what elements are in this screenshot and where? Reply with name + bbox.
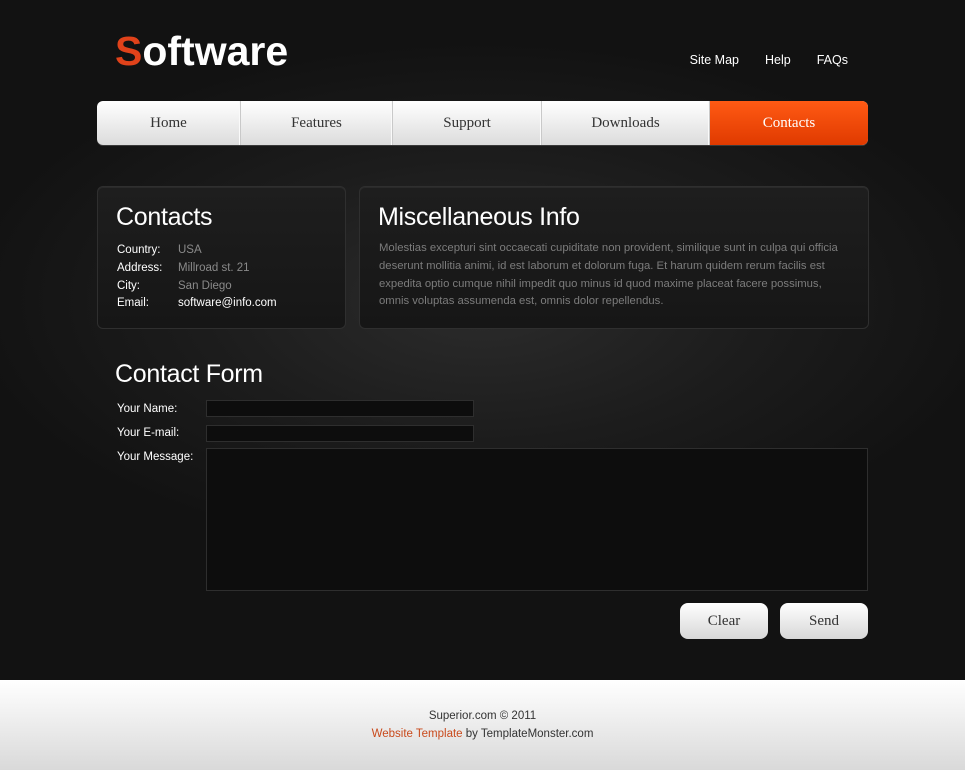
- misc-info-text: Molestias excepturi sint occaecati cupid…: [379, 242, 838, 308]
- contact-row-email: Email: software@info.com: [117, 295, 277, 313]
- clear-button[interactable]: Clear: [680, 603, 768, 639]
- misc-info-panel: Miscellaneous Info Molestias excepturi s…: [359, 186, 869, 329]
- send-button[interactable]: Send: [780, 603, 868, 639]
- contacts-panel: Contacts Country: USA Address: Millroad …: [97, 186, 346, 329]
- tab-home[interactable]: Home: [97, 101, 241, 145]
- logo-first-letter: S: [115, 28, 143, 74]
- logo-rest: oftware: [142, 28, 289, 74]
- contact-key: Address:: [117, 261, 163, 274]
- contact-row-country: Country: USA: [117, 242, 277, 260]
- misc-info-title: Miscellaneous Info: [378, 203, 580, 231]
- contact-value: USA: [178, 244, 202, 256]
- footer: Superior.com © 2011 Website Template by …: [0, 680, 965, 770]
- email-input[interactable]: [206, 425, 474, 442]
- contact-value: San Diego: [178, 279, 232, 292]
- contact-key: Email:: [117, 297, 149, 310]
- contact-key: Country:: [117, 244, 161, 256]
- contact-info: Country: USA Address: Millroad st. 21 Ci…: [117, 242, 277, 313]
- tab-support[interactable]: Support: [393, 101, 542, 145]
- name-input[interactable]: [206, 400, 474, 417]
- footer-credit: Website Template by TemplateMonster.com: [0, 728, 965, 740]
- tab-contacts[interactable]: Contacts: [710, 101, 868, 145]
- message-label: Your Message:: [117, 451, 194, 463]
- faqs-link[interactable]: FAQs: [817, 53, 848, 67]
- logo[interactable]: Software: [115, 28, 288, 74]
- name-label: Your Name:: [117, 403, 178, 415]
- email-label: Your E-mail:: [117, 427, 180, 439]
- contacts-title: Contacts: [116, 203, 213, 231]
- site-map-link[interactable]: Site Map: [690, 53, 739, 67]
- tab-downloads[interactable]: Downloads: [542, 101, 710, 145]
- contact-row-address: Address: Millroad st. 21: [117, 260, 277, 278]
- contact-value: Millroad st. 21: [178, 261, 250, 274]
- website-template-link[interactable]: Website Template: [372, 728, 463, 740]
- contact-form-title: Contact Form: [115, 360, 263, 388]
- copyright-text: Superior.com © 2011: [428, 710, 537, 722]
- help-link[interactable]: Help: [765, 53, 791, 67]
- credit-by-text: by TemplateMonster.com: [462, 728, 594, 740]
- email-link[interactable]: software@info.com: [178, 295, 277, 313]
- main-nav: Home Features Support Downloads Contacts: [97, 101, 868, 145]
- top-links: Site Map Help FAQs: [664, 53, 848, 67]
- contact-row-city: City: San Diego: [117, 278, 277, 296]
- tab-features[interactable]: Features: [241, 101, 393, 145]
- message-textarea[interactable]: [206, 448, 868, 591]
- contact-key: City:: [117, 279, 140, 292]
